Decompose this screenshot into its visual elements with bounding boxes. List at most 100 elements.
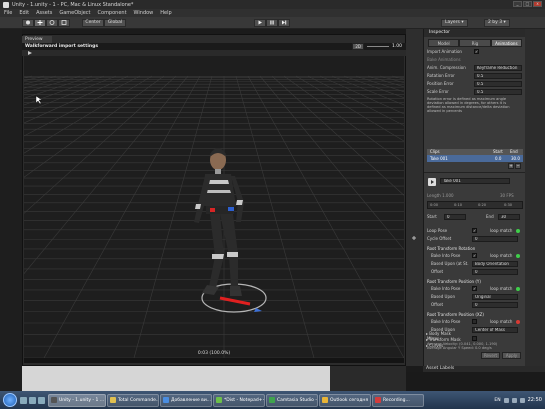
quicklaunch-icon[interactable]	[29, 396, 36, 404]
menu-window[interactable]: Window	[134, 10, 154, 16]
taskbar-task[interactable]: Outlook сегодня ...	[319, 393, 371, 407]
task-app-icon	[163, 397, 169, 403]
add-clip-button[interactable]: +	[508, 163, 514, 169]
inspector-tab[interactable]: Inspector	[424, 29, 525, 37]
clock[interactable]: 22:50	[528, 397, 542, 403]
posy-based-dropdown[interactable]: Original	[472, 294, 518, 300]
task-app-icon	[269, 397, 275, 403]
taskbar-task[interactable]: Recording...	[372, 393, 424, 407]
move-tool-button[interactable]	[34, 19, 46, 27]
menu-file[interactable]: File	[4, 10, 12, 16]
quicklaunch-icon[interactable]	[38, 396, 45, 404]
preview-2d-toggle[interactable]: 2D	[352, 43, 364, 50]
task-label: *Dist - Notepad++	[224, 397, 265, 403]
layers-dropdown[interactable]: Layers ▾	[441, 19, 468, 27]
task-label: Unity - 1.unity - 1 ...	[59, 397, 105, 403]
clip-play-icon[interactable]	[428, 178, 436, 186]
scale-tool-button[interactable]	[58, 19, 70, 27]
task-label: Добавление ви...	[171, 397, 212, 403]
rot-offset-field[interactable]: 0	[472, 269, 518, 275]
language-indicator[interactable]: EN	[494, 398, 500, 403]
loop-pose-checkbox[interactable]: ✓	[472, 228, 477, 233]
timeline-tick: 0:20	[478, 203, 487, 207]
menu-component[interactable]: Component	[98, 10, 127, 16]
menu-gameobject[interactable]: GameObject	[59, 10, 90, 16]
tray-icon[interactable]	[511, 397, 517, 403]
menu-edit[interactable]: Edit	[19, 10, 29, 16]
left-empty-area	[0, 29, 22, 391]
taskbar-task[interactable]: Total Commande...	[107, 393, 159, 407]
posxz-bake-checkbox[interactable]	[472, 319, 477, 324]
curves-foldout[interactable]: ▸ Curves	[426, 342, 443, 349]
play-button[interactable]	[254, 19, 266, 27]
clip-row[interactable]: Take 001 0.0 30.0	[427, 155, 523, 162]
taskbar-task[interactable]: Unity - 1.unity - 1 ...	[48, 393, 106, 407]
move-handle-icon[interactable]	[406, 29, 423, 366]
tab-rig[interactable]: Rig	[459, 39, 491, 47]
taskbar-task[interactable]: Camtasia Studio - ...	[266, 393, 318, 407]
taskbar-task[interactable]: Добавление ви...	[160, 393, 212, 407]
step-button[interactable]	[278, 19, 290, 27]
task-label: Recording...	[383, 397, 410, 403]
rot-bake-label: Bake Into Pose	[431, 253, 461, 258]
root-posxz-heading: Root Transform Position (XZ)	[427, 312, 484, 317]
tray-icon[interactable]	[519, 397, 525, 403]
preview-title: Walkforward import settings	[25, 44, 99, 49]
tab-model[interactable]: Model	[428, 39, 460, 47]
hand-icon	[26, 20, 30, 25]
global-toggle[interactable]: Global	[104, 19, 126, 27]
close-button[interactable]: x	[533, 1, 542, 7]
tab-animations[interactable]: Animations	[490, 39, 522, 47]
rot-based-label: Based Upon (at St.	[431, 261, 469, 266]
animation-preview-viewport[interactable]: 0:03 (100.0%)	[24, 56, 404, 358]
pause-button[interactable]	[266, 19, 278, 27]
rotate-tool-button[interactable]	[46, 19, 58, 27]
preview-speed-slider[interactable]	[366, 46, 389, 47]
curves-label: Curves	[429, 343, 444, 348]
start-button[interactable]	[3, 393, 17, 407]
windows-taskbar: Unity - 1.unity - 1 ... Total Commande...…	[0, 391, 545, 409]
posy-offset-field[interactable]: 0	[472, 302, 518, 308]
menu-bar: File Edit Assets GameObject Component Wi…	[0, 9, 545, 17]
end-field[interactable]: 30	[498, 214, 520, 220]
import-animation-checkbox[interactable]: ✓	[474, 49, 479, 54]
rot-based-dropdown[interactable]: Body Orientation	[472, 261, 518, 267]
clip-row-name: Take 001	[430, 156, 448, 161]
apply-button[interactable]: Apply	[502, 352, 521, 359]
hand-tool-button[interactable]	[22, 19, 34, 27]
rot-bake-checkbox[interactable]: ✓	[472, 253, 477, 258]
quicklaunch-icon[interactable]	[20, 396, 27, 404]
scale-error-field[interactable]: 0.5	[474, 89, 522, 95]
minimize-button[interactable]: _	[513, 1, 522, 7]
posxz-based-dropdown[interactable]: Center of Mass	[472, 327, 518, 333]
taskbar-task[interactable]: *Dist - Notepad++	[213, 393, 265, 407]
end-label: End	[486, 214, 494, 219]
rotation-error-field[interactable]: 0.5	[474, 73, 522, 79]
position-error-field[interactable]: 0.5	[474, 81, 522, 87]
scale-error-label: Scale Error	[427, 89, 449, 94]
menu-assets[interactable]: Assets	[36, 10, 52, 16]
clip-name-field[interactable]: Take 001	[440, 178, 510, 184]
main-toolbar: Center Global Layers ▾ 2 by 3 ▾	[0, 17, 545, 29]
remove-clip-button[interactable]: −	[515, 163, 521, 169]
mirror-checkbox[interactable]	[472, 336, 477, 341]
maximize-button[interactable]: □	[523, 1, 532, 7]
clip-timeline[interactable]: 0:00 0:10 0:20 0:30	[427, 201, 523, 209]
start-field[interactable]: 0	[444, 214, 466, 220]
preview-timeline[interactable]	[24, 358, 404, 363]
posxz-bake-status	[516, 320, 520, 324]
revert-button[interactable]: Revert	[481, 352, 500, 359]
posy-offset-label: Offset	[431, 302, 444, 307]
loop-pose-match: loop match	[490, 228, 513, 233]
layout-dropdown[interactable]: 2 by 3 ▾	[484, 19, 510, 27]
preview-tab[interactable]: Preview	[22, 36, 52, 43]
cycle-offset-field[interactable]: 0	[472, 236, 518, 242]
bake-animations-label: Bake Animations	[427, 57, 461, 62]
menu-help[interactable]: Help	[160, 10, 171, 16]
posy-bake-checkbox[interactable]: ✓	[472, 286, 477, 291]
preview-speed-value: 1.00	[391, 44, 402, 49]
pivot-toggle[interactable]: Center	[82, 19, 104, 27]
tray-icon[interactable]	[503, 397, 509, 403]
compression-dropdown[interactable]: Keyframe Reduction	[474, 65, 522, 71]
preview-play-icon[interactable]	[28, 51, 32, 55]
